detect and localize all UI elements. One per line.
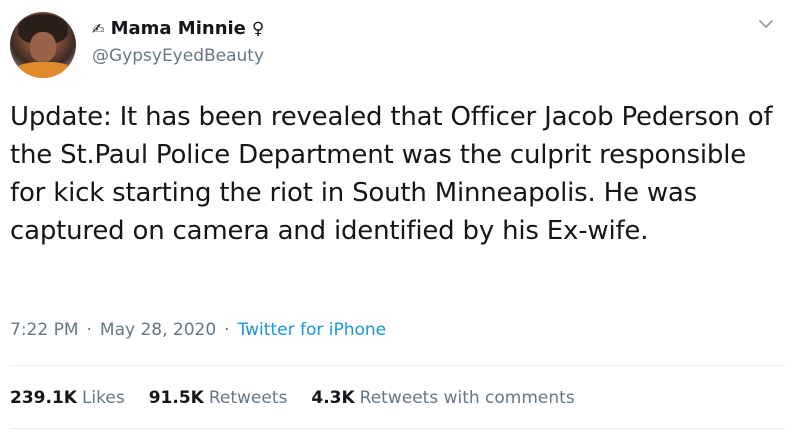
retweets-label: Retweets (208, 388, 288, 408)
avatar-face (30, 32, 56, 62)
comments-label: Retweets with comments (359, 388, 575, 408)
likes-stat[interactable]: 239.1K Likes (10, 388, 125, 408)
meta-separator: · (86, 320, 92, 340)
user-handle[interactable]: @GypsyEyedBeauty (92, 46, 264, 66)
divider (10, 365, 785, 366)
likes-count: 239.1K (10, 388, 77, 408)
tweet-text: Update: It has been revealed that Office… (10, 102, 773, 246)
name-suffix-glyph: ♀ (251, 18, 265, 39)
chevron-down-icon[interactable] (756, 14, 776, 34)
tweet-source-link[interactable]: Twitter for iPhone (238, 320, 387, 340)
tweet-time[interactable]: 7:22 PM (10, 320, 79, 340)
tweet-date[interactable]: May 28, 2020 (100, 320, 216, 340)
avatar-shoulder (14, 62, 74, 78)
likes-label: Likes (81, 388, 125, 408)
comments-count: 4.3K (311, 388, 355, 408)
display-name[interactable]: Mama Minnie (111, 18, 246, 39)
tweet-card: ✍ Mama Minnie ♀ @GypsyEyedBeauty Update:… (0, 0, 795, 435)
tweet-stats: 239.1K Likes 91.5K Retweets 4.3K Retweets w… (10, 388, 599, 408)
retweets-stat[interactable]: 91.5K Retweets (149, 388, 288, 408)
retweets-with-comments-stat[interactable]: 4.3K Retweets with comments (311, 388, 574, 408)
meta-separator: · (224, 320, 230, 340)
divider (10, 428, 785, 429)
tweet-meta: 7:22 PM · May 28, 2020 · Twitter for iPh… (10, 320, 386, 340)
retweets-count: 91.5K (148, 388, 204, 408)
display-name-row[interactable]: ✍ Mama Minnie ♀ (92, 18, 264, 39)
name-prefix-glyph: ✍ (92, 19, 105, 38)
avatar[interactable] (10, 12, 76, 78)
